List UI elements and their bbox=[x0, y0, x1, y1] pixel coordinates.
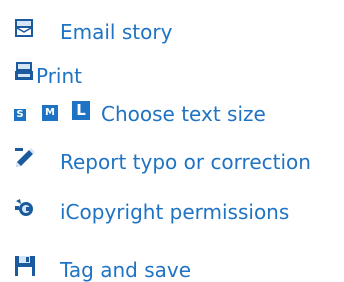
report-typo-label: Report typo or correction bbox=[60, 150, 311, 174]
text-size-control: S M L Choose text size bbox=[14, 96, 266, 124]
floppy-disk-icon bbox=[14, 255, 36, 277]
icopyright-icon bbox=[14, 198, 36, 218]
text-size-small-button[interactable]: S bbox=[14, 108, 26, 121]
tag-and-save-label: Tag and save bbox=[60, 258, 192, 282]
email-story-label: Email story bbox=[60, 20, 173, 44]
envelope-icon bbox=[14, 18, 34, 38]
text-size-medium-button[interactable]: M bbox=[42, 104, 58, 121]
print-link[interactable]: Print bbox=[14, 56, 82, 86]
text-size-large-button[interactable]: L bbox=[72, 100, 90, 120]
text-size-label[interactable]: Choose text size bbox=[101, 104, 266, 124]
icopyright-label: iCopyright permissions bbox=[60, 200, 290, 224]
email-story-link[interactable]: Email story bbox=[14, 14, 172, 42]
printer-icon bbox=[14, 61, 34, 81]
icopyright-link[interactable]: iCopyright permissions bbox=[14, 194, 289, 222]
tag-and-save-link[interactable]: Tag and save bbox=[14, 252, 191, 280]
print-label: Print bbox=[36, 64, 83, 88]
report-typo-link[interactable]: Report typo or correction bbox=[14, 144, 311, 172]
pencil-icon bbox=[14, 147, 36, 169]
